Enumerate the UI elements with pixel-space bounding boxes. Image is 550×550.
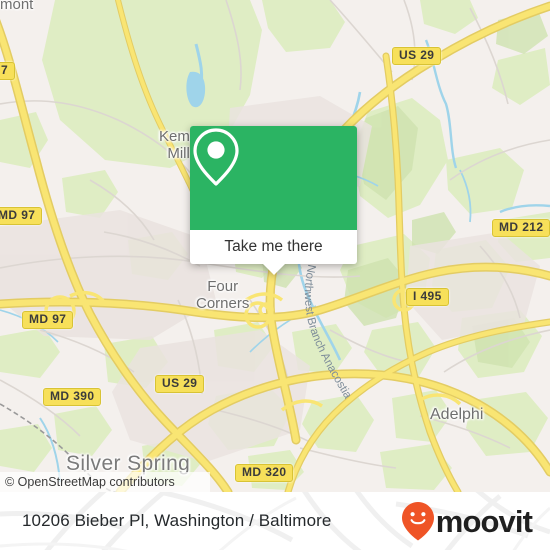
address-label: 10206 Bieber Pl, Washington / Baltimore [22,511,332,530]
shield-md-97-north[interactable]: MD 97 [0,207,43,225]
map-canvas[interactable]: Northwest Branch Anacostia River mont Ke… [0,0,550,492]
shield-us-29-south[interactable]: US 29 [155,375,205,393]
shield-md-390[interactable]: MD 390 [43,388,102,406]
location-pin-icon [193,128,239,186]
shield-md-7[interactable]: 7 [0,62,16,80]
shield-md-320[interactable]: MD 320 [235,464,294,482]
osm-attribution[interactable]: © OpenStreetMap contributors [0,472,210,492]
popup-image-area [190,126,357,230]
moovit-pin-smiley-icon [401,502,434,541]
footer-bar: 10206 Bieber Pl, Washington / Baltimore … [0,492,550,550]
moovit-map-share-card: Northwest Branch Anacostia River mont Ke… [0,0,550,550]
shield-us-29-north[interactable]: US 29 [392,47,442,65]
location-popup[interactable]: Take me there [190,126,357,275]
take-me-there-button[interactable]: Take me there [190,230,357,264]
shield-md-212[interactable]: MD 212 [492,219,550,237]
shield-i-495[interactable]: I 495 [406,288,449,306]
popup-body: Take me there [190,126,357,264]
moovit-wordmark: moovit [435,503,533,539]
moovit-logo[interactable]: moovit [401,492,533,550]
shield-md-97-south[interactable]: MD 97 [22,311,74,329]
popup-tail [262,264,285,275]
